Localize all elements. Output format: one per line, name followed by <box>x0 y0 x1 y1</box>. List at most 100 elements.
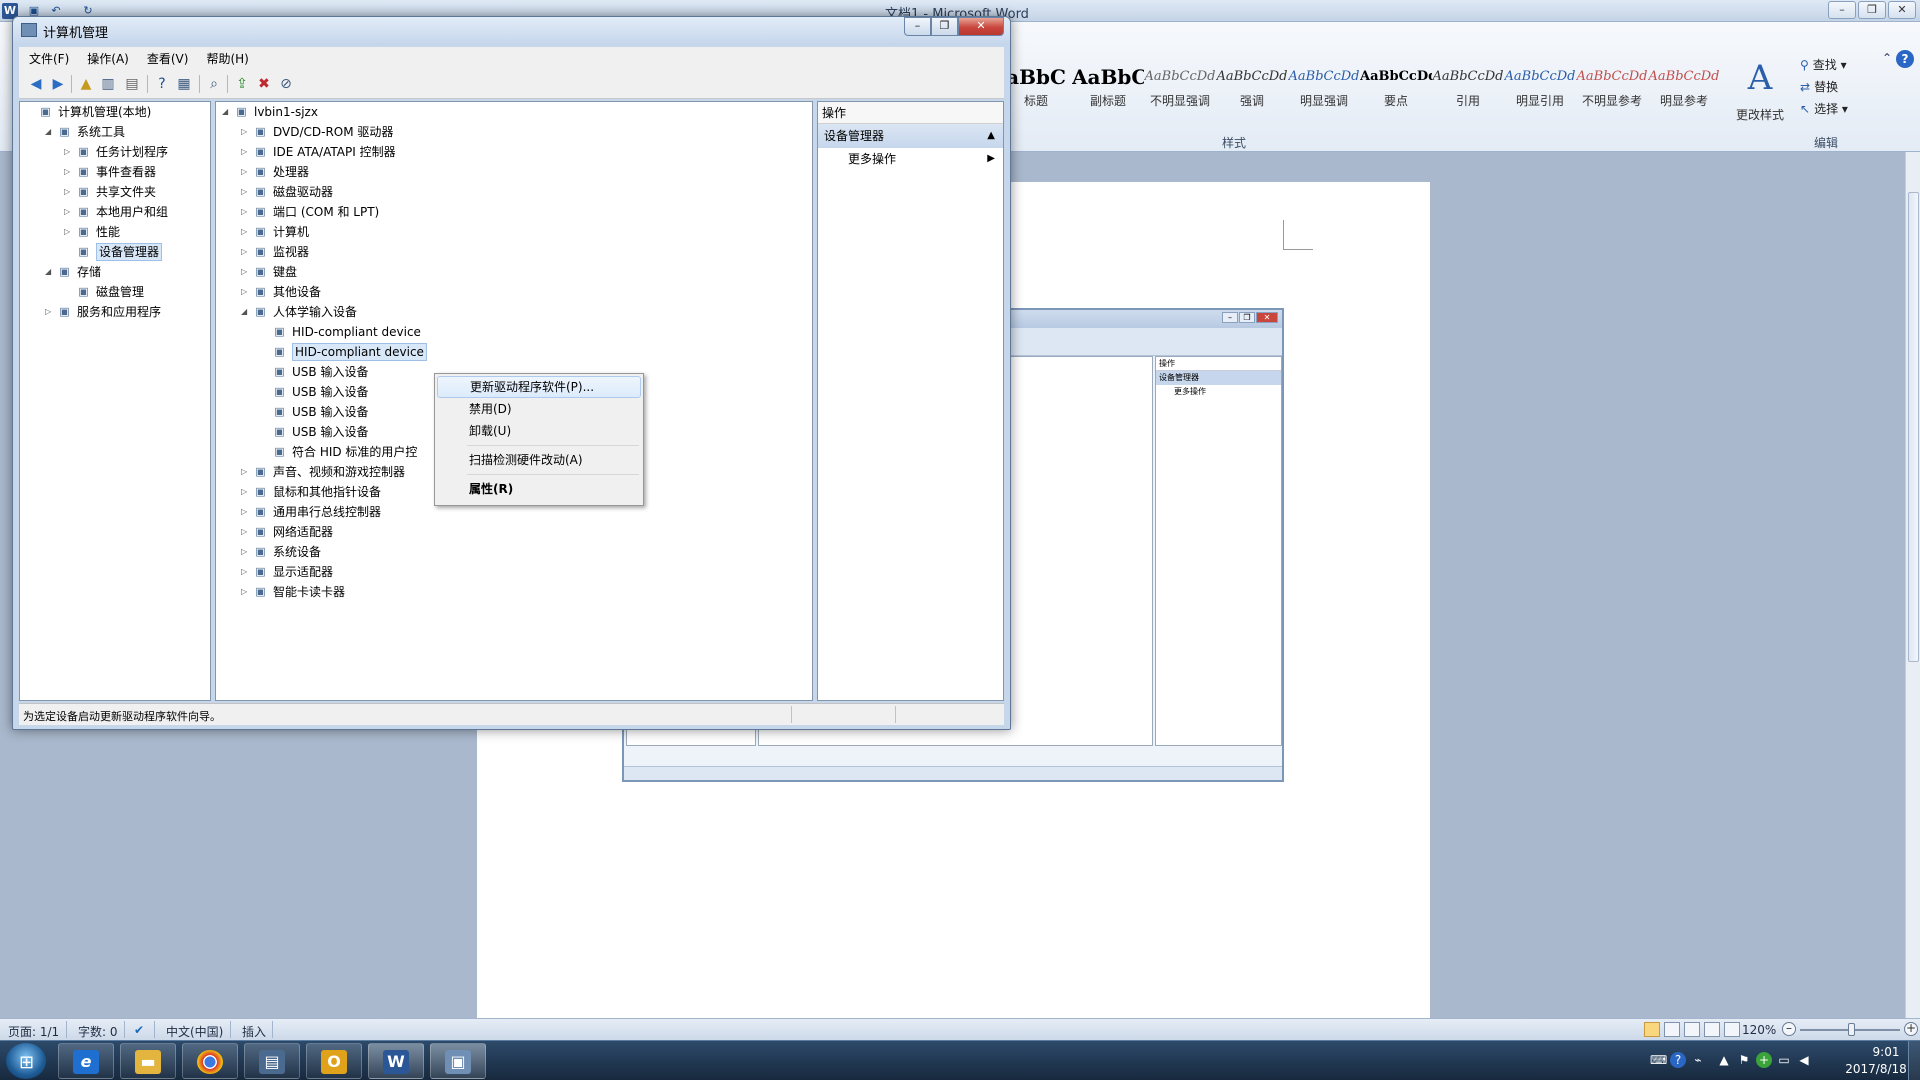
clock-time[interactable]: 9:01 <box>1856 1045 1916 1059</box>
tree-item-label[interactable]: 本地用户和组 <box>96 202 168 222</box>
taskbar-explorer[interactable]: ▬ <box>120 1043 176 1079</box>
style-gallery-item[interactable]: AaBbCcDd 引用 <box>1432 62 1504 114</box>
minimize-button[interactable]: – <box>1828 1 1856 19</box>
tree-item-label[interactable]: 人体学输入设备 <box>273 302 357 322</box>
collapsed-twisty-icon[interactable]: ▷ <box>241 502 251 522</box>
tree-item-label[interactable]: 存储 <box>77 262 101 282</box>
tree-item-label[interactable]: 鼠标和其他指针设备 <box>273 482 381 502</box>
tree-item-label[interactable]: 处理器 <box>273 162 309 182</box>
collapsed-twisty-icon[interactable]: ▷ <box>241 142 251 162</box>
tree-row[interactable]: ▷ ▣ 任务计划程序 <box>64 142 210 162</box>
tree-row[interactable]: ◢ ▣ lvbin1-sjzx <box>222 102 642 122</box>
taskbar-computer-management[interactable]: ▣ <box>430 1043 486 1079</box>
tree-row[interactable]: ▷ ▣ 其他设备 <box>241 282 661 302</box>
close-button[interactable]: ✕ <box>958 17 1004 36</box>
collapsed-twisty-icon[interactable]: ▷ <box>241 582 251 602</box>
zoom-level[interactable]: 120% <box>1742 1023 1776 1037</box>
replace-button[interactable]: ⇄ 替换 <box>1800 78 1848 100</box>
collapsed-twisty-icon[interactable]: ▷ <box>241 462 251 482</box>
vertical-scrollbar[interactable] <box>1905 152 1920 1018</box>
tree-row[interactable]: ▷ ▣ 键盘 <box>241 262 661 282</box>
tree-item-label[interactable]: 声音、视频和游戏控制器 <box>273 462 405 482</box>
collapsed-twisty-icon[interactable]: ▷ <box>241 562 251 582</box>
collapsed-twisty-icon[interactable]: ▷ <box>241 122 251 142</box>
collapsed-twisty-icon[interactable]: ▷ <box>241 542 251 562</box>
taskbar-chrome[interactable] <box>182 1043 238 1079</box>
zoom-in-icon[interactable]: + <box>1904 1022 1918 1036</box>
update-driver-icon[interactable]: ⇪ <box>233 75 251 93</box>
start-button[interactable]: ⊞ <box>6 1043 46 1079</box>
tree-row[interactable]: ▷ ▣ 显示适配器 <box>241 562 661 582</box>
tree-item-label[interactable]: 磁盘管理 <box>96 282 144 302</box>
tree-item-label[interactable]: 智能卡读卡器 <box>273 582 345 602</box>
scan-hardware-icon[interactable]: ⌕ <box>205 75 223 93</box>
status-page[interactable]: 页面: 1/1 <box>8 1023 59 1040</box>
tree-row[interactable]: ▷ ▣ 服务和应用程序 <box>45 302 210 322</box>
collapsed-twisty-icon[interactable]: ▷ <box>241 482 251 502</box>
tree-row[interactable]: ▷ ▣ 性能 <box>64 222 210 242</box>
tree-row[interactable]: ▣ HID-compliant device <box>260 322 680 342</box>
collapsed-twisty-icon[interactable]: ▷ <box>64 182 74 202</box>
tree-row[interactable]: ▣ 设备管理器 <box>64 242 210 262</box>
zoom-slider-thumb[interactable] <box>1848 1023 1855 1036</box>
taskbar-outlook[interactable]: O <box>306 1043 362 1079</box>
find-button[interactable]: ⚲ 查找 ▾ <box>1800 56 1848 78</box>
tree-item-label[interactable]: 系统工具 <box>77 122 125 142</box>
collapsed-twisty-icon[interactable]: ▷ <box>241 182 251 202</box>
collapsed-twisty-icon[interactable]: ▷ <box>64 142 74 162</box>
tree-item-label[interactable]: 设备管理器 <box>96 243 163 261</box>
network-icon[interactable]: ▭ <box>1776 1052 1792 1068</box>
up-folder-icon[interactable]: ▲ <box>77 75 95 93</box>
select-button[interactable]: ↖ 选择 ▾ <box>1800 100 1848 122</box>
status-insert-mode[interactable]: 插入 <box>242 1023 266 1040</box>
tree-item-label[interactable]: 性能 <box>96 222 120 242</box>
proofing-icon[interactable]: ✔ <box>134 1023 144 1037</box>
tree-item-label[interactable]: USB 输入设备 <box>292 422 368 442</box>
tree-item-label[interactable]: 共享文件夹 <box>96 182 156 202</box>
style-gallery-item[interactable]: AaBbCcDd 要点 <box>1360 62 1432 114</box>
taskbar-word[interactable]: W <box>368 1043 424 1079</box>
menu-item[interactable]: 操作(A) <box>77 47 137 67</box>
collapsed-twisty-icon[interactable]: ▷ <box>241 282 251 302</box>
full-screen-icon[interactable] <box>1664 1022 1680 1037</box>
forward-icon[interactable]: ▶ <box>49 75 67 93</box>
expanded-twisty-icon[interactable]: ◢ <box>45 122 55 142</box>
volume-icon[interactable]: ◀ <box>1796 1052 1812 1068</box>
tree-row[interactable]: ▷ ▣ 磁盘驱动器 <box>241 182 661 202</box>
show-desktop-button[interactable] <box>1908 1041 1920 1080</box>
collapsed-twisty-icon[interactable]: ▷ <box>241 162 251 182</box>
style-gallery-item[interactable]: AaBbCcDd 强调 <box>1216 62 1288 114</box>
cm-titlebar[interactable]: 计算机管理 – ❐ ✕ <box>13 17 1010 45</box>
tree-row[interactable]: ▣ HID-compliant device <box>260 342 680 362</box>
collapsed-twisty-icon[interactable]: ▷ <box>45 302 55 322</box>
tree-row[interactable]: ▣ 计算机管理(本地) <box>26 102 210 122</box>
help-icon[interactable]: ? <box>153 75 171 93</box>
input-method-icon[interactable]: ⌁ <box>1690 1052 1706 1068</box>
tree-item-label[interactable]: 服务和应用程序 <box>77 302 161 322</box>
tree-row[interactable]: ▷ ▣ 事件查看器 <box>64 162 210 182</box>
tree-row[interactable]: ▷ ▣ 共享文件夹 <box>64 182 210 202</box>
collapsed-twisty-icon[interactable]: ▷ <box>241 522 251 542</box>
tree-item-label[interactable]: 计算机 <box>273 222 309 242</box>
context-menu-item[interactable]: 更新驱动程序软件(P)... <box>437 376 641 398</box>
collapsed-twisty-icon[interactable]: ▷ <box>64 222 74 242</box>
context-menu-item[interactable]: 禁用(D) <box>437 398 641 420</box>
tree-item-label[interactable]: USB 输入设备 <box>292 402 368 422</box>
tree-item-label[interactable]: HID-compliant device <box>292 322 421 342</box>
tree-row[interactable]: ▷ ▣ 监视器 <box>241 242 661 262</box>
scrollbar-thumb[interactable] <box>1908 192 1919 662</box>
collapsed-twisty-icon[interactable]: ▷ <box>64 162 74 182</box>
tree-item-label[interactable]: USB 输入设备 <box>292 362 368 382</box>
tree-item-label[interactable]: 系统设备 <box>273 542 321 562</box>
taskbar-ie[interactable]: e <box>58 1043 114 1079</box>
tree-row[interactable]: ▷ ▣ 端口 (COM 和 LPT) <box>241 202 661 222</box>
action-center-flag-icon[interactable]: ⚑ <box>1736 1052 1752 1068</box>
tree-item-label[interactable]: USB 输入设备 <box>292 382 368 402</box>
tree-item-label[interactable]: 通用串行总线控制器 <box>273 502 381 522</box>
zoom-out-icon[interactable]: – <box>1782 1022 1796 1036</box>
more-actions-item[interactable]: 更多操作 ▶ <box>818 148 1003 170</box>
tree-item-label[interactable]: 事件查看器 <box>96 162 156 182</box>
maximize-button[interactable]: ❐ <box>1858 1 1886 19</box>
tree-row[interactable]: ▷ ▣ 本地用户和组 <box>64 202 210 222</box>
web-layout-icon[interactable] <box>1684 1022 1700 1037</box>
